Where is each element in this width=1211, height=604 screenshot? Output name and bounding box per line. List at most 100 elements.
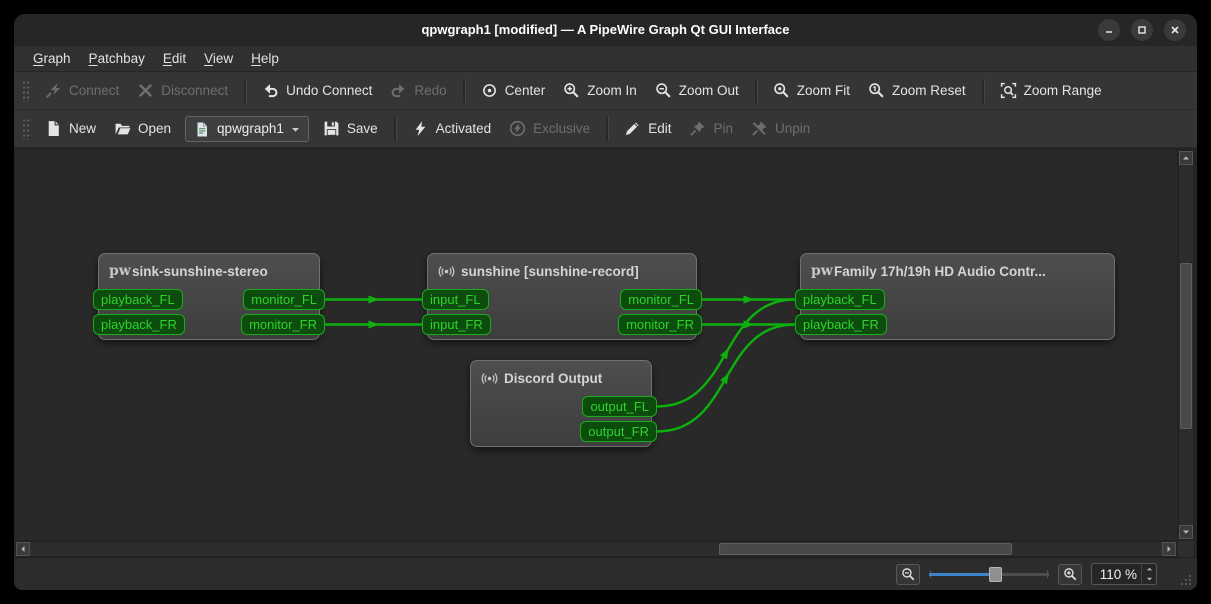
node-title: sunshine [sunshine-record] (461, 264, 639, 279)
spin-down-button[interactable] (1142, 574, 1156, 584)
toolbar-file: New Open qpwgraph1 Save Activated Exclusive Ed… (14, 110, 1197, 148)
port-playback_FR[interactable]: playback_FR (93, 314, 185, 335)
port-playback_FL[interactable]: playback_FL (93, 289, 183, 310)
save-button[interactable]: Save (314, 115, 387, 142)
new-button[interactable]: New (36, 115, 105, 142)
node-discord[interactable]: Discord Outputoutput_FLoutput_FR (470, 360, 652, 447)
port-input_FL[interactable]: input_FL (422, 289, 489, 310)
resize-grip[interactable] (1179, 573, 1192, 586)
horizontal-scrollbar[interactable] (15, 541, 1177, 557)
pipewire-icon: pw (109, 263, 126, 280)
undo-connect-button[interactable]: Undo Connect (253, 77, 381, 104)
spin-up-icon (1146, 566, 1153, 572)
zoom-spinbox[interactable]: 110 % (1091, 563, 1157, 585)
status-zoom-out-icon (901, 567, 916, 582)
close-button[interactable] (1164, 19, 1186, 41)
menu-help[interactable]: Help (242, 48, 288, 69)
close-icon (1170, 25, 1180, 35)
node-title: Family 17h/19h HD Audio Contr... (834, 264, 1046, 279)
activated-button[interactable]: Activated (403, 115, 501, 142)
graph-view-frame: pwsink-sunshine-stereoplayback_FLmonitor… (14, 148, 1197, 557)
port-playback_FR[interactable]: playback_FR (795, 314, 887, 335)
center-button[interactable]: Center (472, 77, 555, 104)
node-header[interactable]: Discord Output (471, 361, 651, 396)
exclusive-button: Exclusive (500, 115, 599, 142)
horizontal-scrollbar-thumb[interactable] (719, 543, 1012, 555)
patchbay-selector-label: qpwgraph1 (217, 121, 284, 136)
zoom-fit-button-label: Zoom Fit (797, 83, 850, 98)
node-header[interactable]: pwFamily 17h/19h HD Audio Contr... (801, 254, 1114, 289)
disconnect-icon (137, 82, 154, 99)
toolbar-drag-handle[interactable] (22, 80, 30, 102)
port-input_FR[interactable]: input_FR (422, 314, 491, 335)
zoom-slider-handle[interactable] (989, 567, 1002, 582)
new-button-label: New (69, 121, 96, 136)
zoom-reset-button-label: Zoom Reset (892, 83, 966, 98)
minimize-button[interactable] (1098, 19, 1120, 41)
zoom-out-button-label: Zoom Out (679, 83, 739, 98)
audio-node-icon (481, 370, 498, 387)
node-sink[interactable]: pwsink-sunshine-stereoplayback_FLmonitor… (98, 253, 320, 340)
toolbar-separator (244, 79, 246, 103)
node-header[interactable]: sunshine [sunshine-record] (428, 254, 696, 289)
audio-node-icon (438, 263, 455, 280)
menu-graph[interactable]: Graph (24, 48, 80, 69)
zoom-reset-button[interactable]: Zoom Reset (859, 77, 975, 104)
zoom-out-button[interactable]: Zoom Out (646, 77, 748, 104)
redo-button-label: Redo (414, 83, 446, 98)
port-output_FR[interactable]: output_FR (580, 421, 657, 442)
zoom-in-icon (563, 82, 580, 99)
connect-icon (45, 82, 62, 99)
menu-view[interactable]: View (195, 48, 242, 69)
activated-button-label: Activated (436, 121, 492, 136)
toolbar-separator (394, 117, 396, 141)
patchbay-selector[interactable]: qpwgraph1 (185, 116, 309, 142)
center-icon (481, 82, 498, 99)
port-output_FL[interactable]: output_FL (582, 396, 657, 417)
maximize-button[interactable] (1131, 19, 1153, 41)
menubar: GraphPatchbayEditViewHelp (14, 46, 1197, 72)
port-monitor_FL[interactable]: monitor_FL (243, 289, 325, 310)
menu-patchbay[interactable]: Patchbay (80, 48, 154, 69)
toolbar-main: ConnectDisconnectUndo ConnectRedoCenterZ… (14, 72, 1197, 110)
scroll-right-button[interactable] (1162, 542, 1176, 556)
port-monitor_FR[interactable]: monitor_FR (618, 314, 702, 335)
pin-button: Pin (680, 115, 742, 142)
vertical-scrollbar-thumb[interactable] (1180, 263, 1192, 429)
new-icon (45, 120, 62, 137)
menu-edit[interactable]: Edit (154, 48, 195, 69)
titlebar[interactable]: qpwgraph1 [modified] — A PipeWire Graph … (14, 14, 1197, 46)
vertical-scrollbar[interactable] (1178, 150, 1194, 540)
connect-button: Connect (36, 77, 128, 104)
status-zoom-out-button[interactable] (896, 564, 920, 585)
edit-button[interactable]: Edit (615, 115, 680, 142)
open-button[interactable]: Open (105, 115, 180, 142)
undo-connect-button-label: Undo Connect (286, 83, 372, 98)
zoom-in-button[interactable]: Zoom In (554, 77, 646, 104)
patchbay-file-icon (194, 121, 210, 137)
node-header[interactable]: pwsink-sunshine-stereo (99, 254, 319, 289)
scroll-left-button[interactable] (16, 542, 30, 556)
zoom-range-button[interactable]: Zoom Range (991, 77, 1111, 104)
port-monitor_FL[interactable]: monitor_FL (620, 289, 702, 310)
status-zoom-in-button[interactable] (1058, 564, 1082, 585)
scroll-right-icon (1165, 545, 1173, 553)
node-sunshine[interactable]: sunshine [sunshine-record]input_FLmonito… (427, 253, 697, 340)
scroll-up-button[interactable] (1179, 151, 1193, 165)
wire-arrow-icon (744, 296, 755, 304)
unpin-button: Unpin (742, 115, 819, 142)
spin-up-button[interactable] (1142, 564, 1156, 574)
port-playback_FL[interactable]: playback_FL (795, 289, 885, 310)
graph-canvas[interactable]: pwsink-sunshine-stereoplayback_FLmonitor… (15, 150, 1177, 540)
zoom-fit-button[interactable]: Zoom Fit (764, 77, 859, 104)
save-icon (323, 120, 340, 137)
node-family[interactable]: pwFamily 17h/19h HD Audio Contr...playba… (800, 253, 1115, 340)
zoom-slider[interactable] (929, 564, 1049, 584)
toolbar-drag-handle[interactable] (22, 118, 30, 140)
undo-icon (262, 82, 279, 99)
connect-button-label: Connect (69, 83, 119, 98)
chevron-down-icon (291, 121, 300, 136)
spin-down-icon (1146, 576, 1153, 582)
scroll-down-button[interactable] (1179, 525, 1193, 539)
port-monitor_FR[interactable]: monitor_FR (241, 314, 325, 335)
